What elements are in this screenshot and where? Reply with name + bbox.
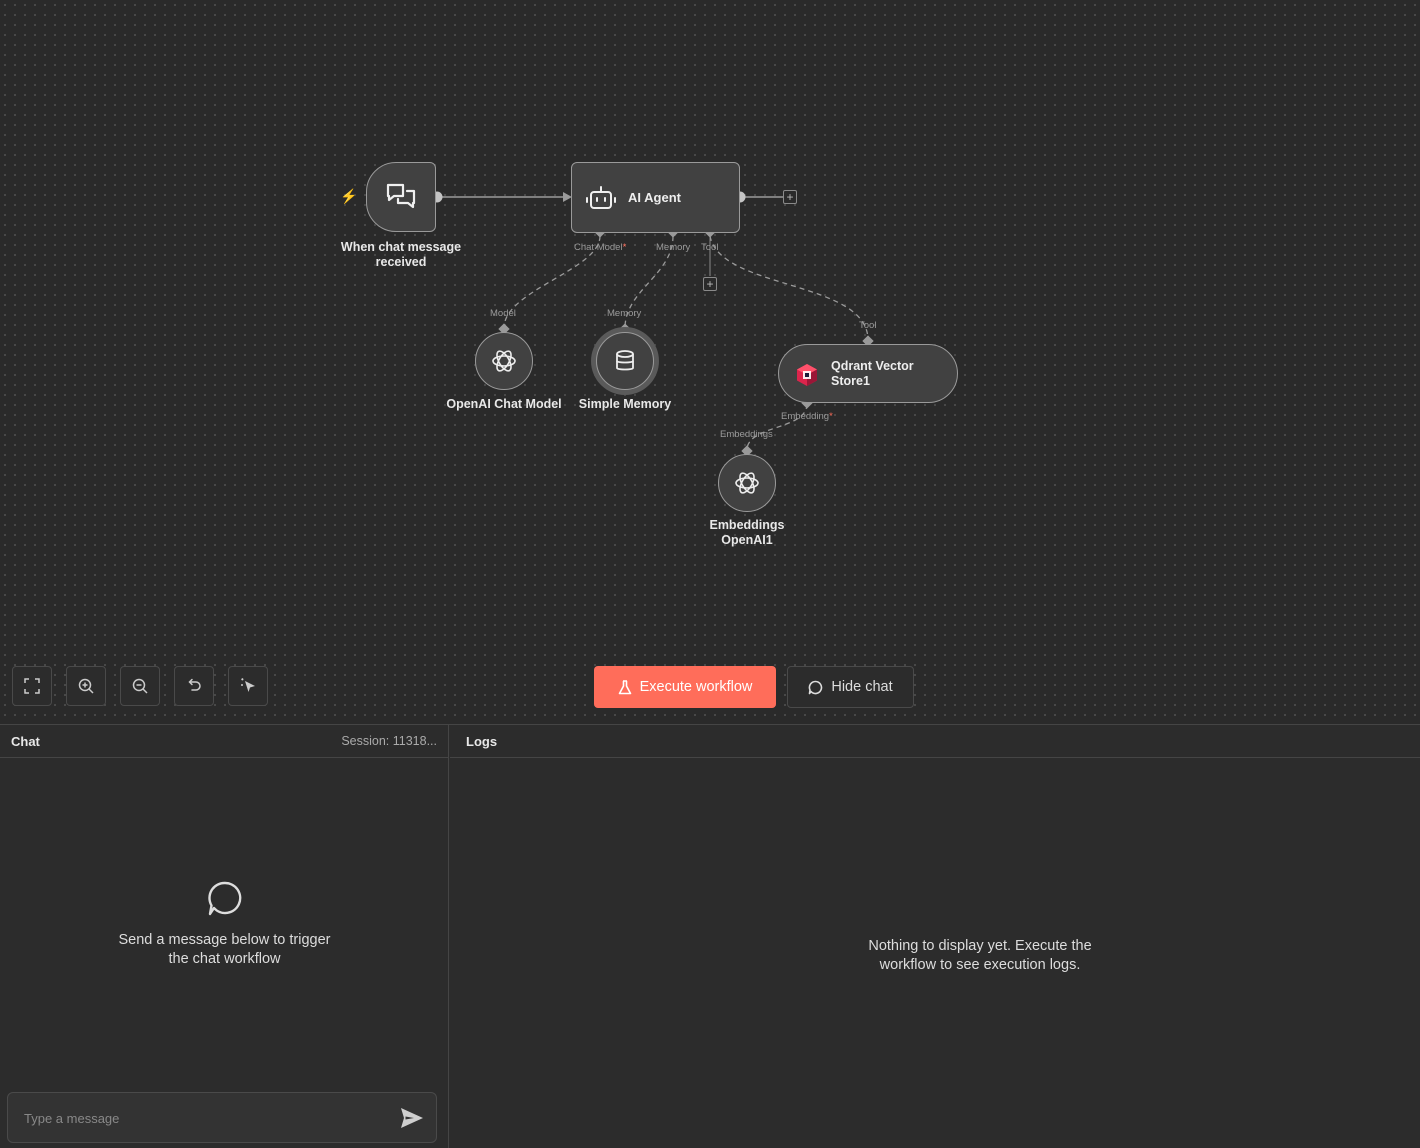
robot-icon [586,186,616,209]
memory-port-label: Memory [656,242,691,253]
connections-layer [431,191,874,457]
openai-chat-model-label: OpenAI Chat Model [446,397,562,411]
fit-view-icon [24,678,40,694]
embeddings-input-port-label: Embeddings [720,429,773,440]
reset-zoom-icon [188,678,201,691]
fit-view-button[interactable] [12,666,52,706]
model-port-label: Model [490,308,516,319]
bottom-panel: Chat Session: 11318... Send a message be… [0,724,1420,1148]
embedding-port-label: Embedding* [781,411,833,422]
add-node-after-agent-button[interactable]: + [783,190,797,204]
tidy-up-button[interactable] [228,666,268,706]
qdrant-icon [797,364,817,386]
tidy-up-icon [241,678,255,692]
execute-workflow-button[interactable]: Execute workflow [594,666,776,708]
workflow-canvas[interactable]: ⚡ When chat message received AI Agent Ch… [0,0,1420,724]
chat-model-port-label: Chat Model* [574,242,627,253]
logs-header: Logs [450,725,1420,758]
logs-title: Logs [466,733,498,749]
memory-input-port-label: Memory [607,308,642,319]
openai-chat-model-node[interactable] [475,332,533,390]
simple-memory-label: Simple Memory [578,397,672,411]
reset-zoom-button[interactable] [174,666,214,706]
chat-empty-text: Send a message below to trigger the chat… [118,932,331,967]
ai-agent-node[interactable]: AI Agent [571,162,740,233]
qdrant-node-title: Qdrant Vector Store1 [831,359,914,388]
logs-panel: Logs Nothing to display yet. Execute the… [450,725,1420,1148]
zoom-in-icon [78,678,94,694]
message-input-box[interactable] [7,1092,437,1143]
zoom-out-icon [132,678,148,694]
chat-bubble-icon [207,881,241,916]
openai-icon [492,350,516,372]
chat-bubble-icon [809,680,823,694]
chat-panel: Chat Session: 11318... Send a message be… [0,725,449,1148]
flask-icon [618,679,631,694]
zoom-out-button[interactable] [120,666,160,706]
trigger-bolt-icon: ⚡ [340,188,358,204]
tool-connection[interactable] [709,235,869,341]
tool-port-label: Tool [701,242,719,253]
trigger-node-label: When chat message received [340,240,462,269]
message-input[interactable] [22,1107,386,1129]
hide-chat-button[interactable]: Hide chat [787,666,914,708]
send-icon [401,1108,423,1128]
database-icon [616,350,634,371]
hide-chat-label: Hide chat [831,679,893,695]
chat-title: Chat [11,733,40,749]
openai-icon [735,472,759,494]
chat-header: Chat Session: 11318... [0,725,448,758]
chat-empty-state: Send a message below to trigger the chat… [0,880,449,969]
execute-workflow-label: Execute workflow [639,679,753,695]
ai-agent-title: AI Agent [628,190,681,205]
session-id[interactable]: Session: 11318... [341,734,437,748]
embeddings-openai-node[interactable] [718,454,776,512]
zoom-in-button[interactable] [66,666,106,706]
qdrant-vector-store-node[interactable]: Qdrant Vector Store1 [778,344,958,403]
trigger-node[interactable] [366,162,436,232]
qdrant-tool-port-label: Tool [859,320,877,331]
send-button[interactable] [400,1107,424,1134]
logs-empty-text: Nothing to display yet. Execute the work… [868,938,1092,973]
simple-memory-node[interactable] [596,332,654,390]
embeddings-openai-label: Embeddings OpenAI1 [709,518,785,547]
chat-bubbles-icon [386,183,416,209]
add-tool-button[interactable]: + [703,277,717,291]
